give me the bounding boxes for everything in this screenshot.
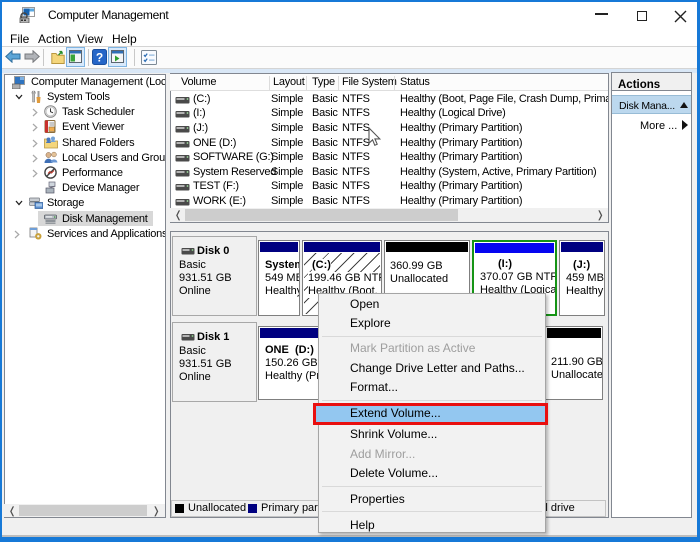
svg-text:?: ? [96,51,103,65]
